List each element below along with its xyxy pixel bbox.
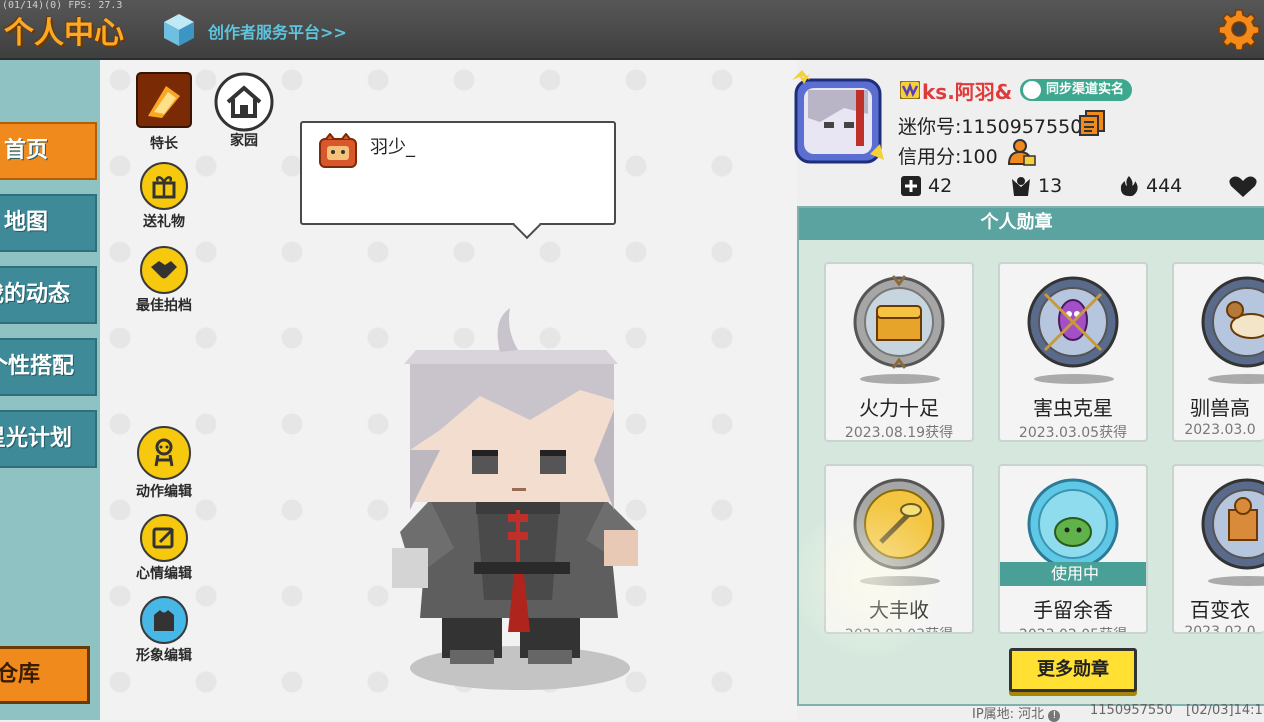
friends-stat[interactable]: 42 <box>900 175 952 197</box>
medal-card[interactable]: 使用中 手留余香 2023.02.05获得 <box>998 464 1148 634</box>
medal-date: 2023.02.05获得 <box>1000 624 1146 632</box>
medal-date: 2023.08.19获得 <box>844 425 954 441</box>
lingering-fragrance-medal-icon <box>1027 478 1119 570</box>
friends-count: 42 <box>928 175 953 197</box>
vip-badge-icon <box>900 81 920 99</box>
footer-time: [02/03]14:1 <box>1186 703 1263 718</box>
wardrobe-medal-icon <box>1201 478 1264 570</box>
footer-uid: 1150957550 <box>1090 703 1173 718</box>
fans-icon <box>1012 177 1030 196</box>
action-edit-icon <box>137 426 191 480</box>
medal-shadow <box>1208 374 1264 384</box>
medal-card[interactable]: 百变衣 2023.02.0 <box>1172 464 1264 634</box>
medal-card[interactable]: 大丰收 2023.03.03获得 <box>824 464 974 634</box>
medal-name: 百变衣 <box>1190 598 1250 622</box>
medal-shadow <box>1208 576 1264 586</box>
medal-date: 2023.02.0 <box>1184 624 1256 634</box>
tab-maps[interactable]: 地图 <box>0 194 97 252</box>
creator-platform-link[interactable]: 创作者服务平台>> <box>208 19 347 43</box>
harvest-medal-icon <box>853 478 945 570</box>
handshake-icon <box>140 246 188 294</box>
medal-card[interactable]: 火力十足 2023.08.19获得 <box>824 262 974 442</box>
medal-name: 手留余香 <box>1033 598 1113 622</box>
likes-heart-icon[interactable] <box>1228 175 1258 199</box>
house-icon <box>214 72 274 132</box>
medal-name: 火力十足 <box>859 396 939 420</box>
look-edit-icon <box>140 596 188 644</box>
specialty-label: 特长 <box>150 136 178 152</box>
more-medals-button[interactable]: 更多勋章 <box>1009 648 1137 692</box>
medal-card[interactable]: 驯兽高 2023.03.0 <box>1172 262 1264 442</box>
medal-date: 2023.03.05获得 <box>1018 425 1128 441</box>
settings-gear-icon[interactable] <box>1218 8 1260 50</box>
specialty-fire-icon <box>136 72 192 128</box>
sync-person-icon <box>1023 81 1041 99</box>
home-button[interactable]: 家园 <box>214 72 274 150</box>
sync-realname-badge[interactable]: 同步渠道实名 <box>1020 79 1133 101</box>
medal-in-use-label: 使用中 <box>1000 562 1146 586</box>
mini-id: 迷你号:1150957550 <box>898 116 1083 138</box>
popularity-stat[interactable]: 444 <box>1118 175 1182 197</box>
credit-score: 信用分:100 <box>898 146 998 168</box>
action-edit-label: 动作编辑 <box>136 484 192 500</box>
gift-label: 送礼物 <box>143 214 185 230</box>
gift-button[interactable]: 送礼物 <box>134 162 194 231</box>
medal-name: 驯兽高 <box>1190 396 1250 420</box>
mood-edit-icon <box>140 514 188 562</box>
medal-panel-title: 个人勋章 <box>799 208 1264 240</box>
look-edit-button[interactable]: 形象编辑 <box>128 596 200 665</box>
sync-badge-label: 同步渠道实名 <box>1046 82 1125 97</box>
tab-outfit[interactable]: 个性搭配 <box>0 338 97 396</box>
tab-starlight-plan[interactable]: 星光计划 <box>0 410 97 468</box>
look-edit-label: 形象编辑 <box>136 648 192 664</box>
add-friend-icon <box>901 176 921 196</box>
medal-name: 大丰收 <box>869 598 929 622</box>
fans-stat[interactable]: 13 <box>1010 175 1062 197</box>
specialty-button[interactable]: 特长 <box>134 72 194 153</box>
best-partner-label: 最佳拍档 <box>136 298 192 314</box>
info-icon[interactable]: ! <box>1048 710 1061 722</box>
credit-person-icon[interactable] <box>1006 138 1036 166</box>
medal-shadow <box>860 576 940 586</box>
chat-bubble: 羽少_ <box>300 121 616 225</box>
left-nav: 首页 地图 我的动态 个性搭配 星光计划 仓库 <box>0 60 100 720</box>
medal-date: 2023.03.03获得 <box>826 624 972 632</box>
profile-avatar[interactable] <box>790 70 886 166</box>
chat-avatar-icon <box>319 133 357 168</box>
ip-location: IP属地: 河北 ! <box>972 703 1061 722</box>
action-edit-button[interactable]: 动作编辑 <box>128 426 200 501</box>
mood-edit-label: 心情编辑 <box>136 566 192 582</box>
pest-buster-medal-icon <box>1027 276 1119 368</box>
best-partner-button[interactable]: 最佳拍档 <box>128 246 200 315</box>
profile-username: ks.阿羽& <box>922 80 1013 104</box>
page-title: 个人中心 <box>4 16 124 51</box>
medal-shadow <box>1034 374 1114 384</box>
copy-icon[interactable] <box>1078 110 1106 136</box>
medal-date: 2023.03.0 <box>1184 422 1256 438</box>
tab-my-activity[interactable]: 我的动态 <box>0 266 97 324</box>
beast-tamer-medal-icon <box>1201 276 1264 368</box>
creator-cube-icon[interactable] <box>162 12 196 48</box>
flame-icon <box>1120 176 1138 197</box>
tab-home[interactable]: 首页 <box>0 122 97 180</box>
fans-count: 13 <box>1038 175 1063 197</box>
player-character[interactable] <box>380 300 670 692</box>
medal-card[interactable]: 害虫克星 2023.03.05获得 <box>998 262 1148 442</box>
gift-icon <box>140 162 188 210</box>
warehouse-button[interactable]: 仓库 <box>0 646 90 704</box>
top-bar: (01/14)(0) FPS: 27.3 个人中心 创作者服务平台>> <box>0 0 1264 60</box>
chat-player-name: 羽少_ <box>370 137 415 158</box>
popularity-count: 444 <box>1146 175 1183 197</box>
home-label: 家园 <box>230 133 258 149</box>
medal-shadow <box>860 374 940 384</box>
medal-name: 害虫克星 <box>1033 396 1113 420</box>
treasure-chest-medal-icon <box>853 275 945 369</box>
mood-edit-button[interactable]: 心情编辑 <box>128 514 200 583</box>
